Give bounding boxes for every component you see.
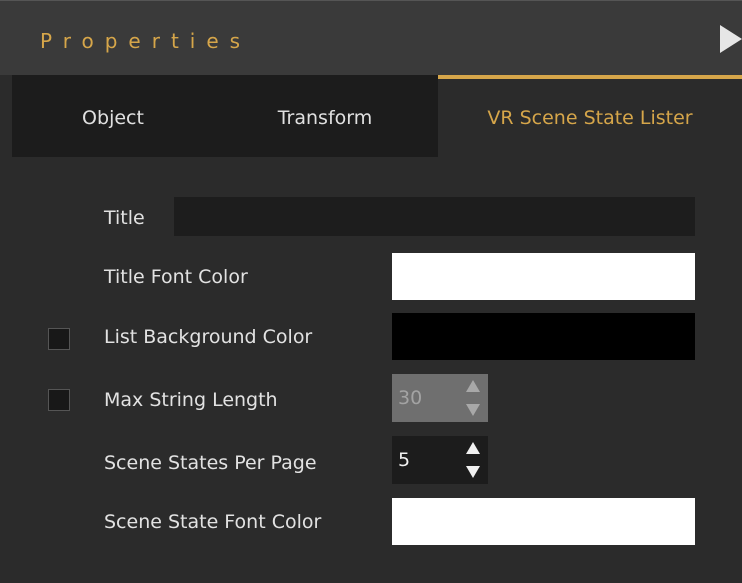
- scene-state-font-color-label: Scene State Font Color: [104, 511, 322, 533]
- panel-title: Properties: [40, 29, 252, 53]
- stepper-arrows: [466, 442, 480, 478]
- arrow-down-icon[interactable]: [466, 466, 480, 478]
- max-string-length-stepper: 30: [392, 374, 488, 422]
- arrow-up-icon: [466, 380, 480, 392]
- max-string-length-value: 30: [398, 387, 423, 409]
- stepper-arrows: [466, 380, 480, 416]
- scene-states-per-page-stepper[interactable]: 5: [392, 436, 488, 484]
- tab-object[interactable]: Object: [12, 75, 214, 157]
- title-input[interactable]: [174, 197, 695, 236]
- scene-state-font-color-swatch[interactable]: [392, 498, 695, 545]
- list-background-color-label: List Background Color: [104, 326, 313, 348]
- panel-header: Properties: [0, 0, 742, 75]
- max-string-length-checkbox[interactable]: [48, 389, 70, 411]
- max-string-length-label: Max String Length: [104, 389, 278, 411]
- title-label: Title: [104, 207, 145, 229]
- tab-vr-scene-state-lister[interactable]: VR Scene State Lister: [438, 75, 742, 157]
- title-font-color-label: Title Font Color: [104, 266, 248, 288]
- tab-transform[interactable]: Transform: [214, 75, 436, 157]
- arrow-down-icon: [466, 404, 480, 416]
- play-triangle-icon[interactable]: [720, 25, 742, 53]
- properties-panel: Properties Object Transform VR Scene Sta…: [0, 0, 742, 583]
- tab-bar: Object Transform VR Scene State Lister: [12, 75, 742, 157]
- arrow-up-icon[interactable]: [466, 442, 480, 454]
- title-font-color-swatch[interactable]: [392, 253, 695, 300]
- list-background-color-checkbox[interactable]: [48, 328, 70, 350]
- scene-states-per-page-value[interactable]: 5: [398, 436, 410, 484]
- list-background-color-swatch[interactable]: [392, 313, 695, 360]
- scene-states-per-page-label: Scene States Per Page: [104, 452, 317, 474]
